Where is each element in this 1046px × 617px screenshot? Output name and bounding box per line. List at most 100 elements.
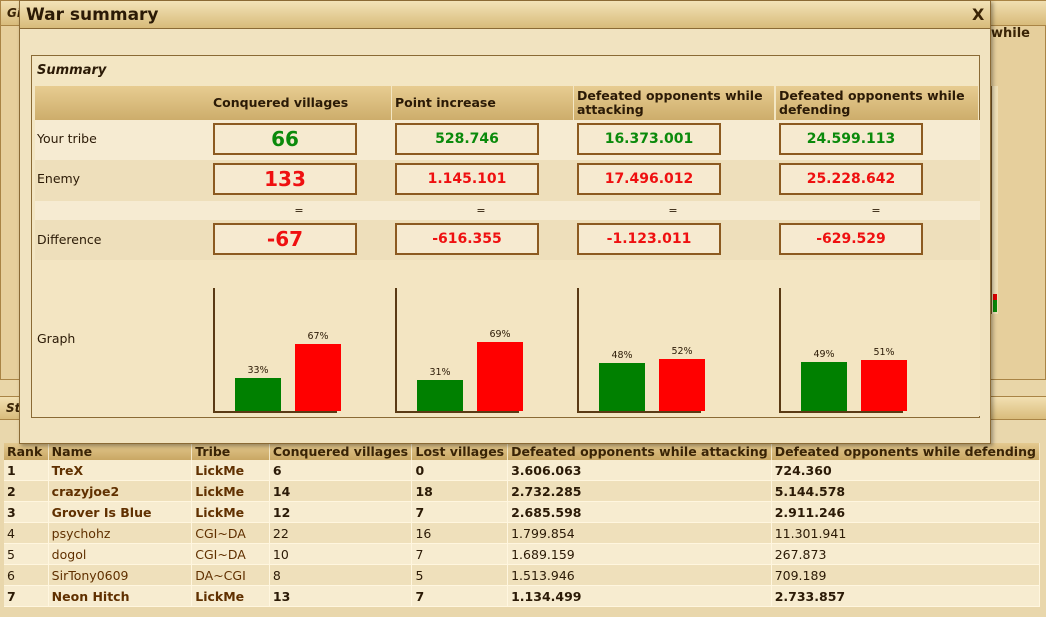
table-row: 3 Grover Is Blue LickMe 12 7 2.685.598 2.911.2… bbox=[4, 502, 1040, 523]
table-cell-rank: 5 bbox=[4, 544, 49, 565]
row-label-difference: Difference bbox=[37, 232, 102, 247]
table-cell-name[interactable]: crazyjoe2 bbox=[48, 481, 193, 502]
table-cell-attacking: 1.689.159 bbox=[508, 544, 772, 565]
player-stats-table: Rank Name Tribe Conquered villages Lost vill… bbox=[4, 443, 1040, 607]
header-point-increase: Point increase bbox=[392, 86, 573, 120]
table-cell-attacking: 1.134.499 bbox=[508, 586, 772, 607]
table-cell-tribe[interactable]: LickMe bbox=[192, 460, 270, 481]
table-row: 6 SirTony0609 DA~CGI 8 5 1.513.946 709.189 bbox=[4, 565, 1040, 586]
equals-sign-attacking: = bbox=[668, 204, 678, 217]
table-cell-attacking: 1.513.946 bbox=[508, 565, 772, 586]
graph-x-axis bbox=[779, 411, 903, 413]
equals-sign-conquered: = bbox=[294, 204, 304, 217]
header-defeated-defending: Defeated opponents while defending bbox=[776, 86, 978, 120]
enemy-points-value: 1.145.101 bbox=[395, 163, 539, 195]
table-cell-tribe[interactable]: LickMe bbox=[192, 481, 270, 502]
table-body: 1 TreX LickMe 6 0 3.606.063 724.360 2 crazyjoe2 L… bbox=[4, 460, 1040, 607]
table-cell-rank: 6 bbox=[4, 565, 49, 586]
graph-x-axis bbox=[213, 411, 337, 413]
table-cell-conquered: 14 bbox=[269, 481, 413, 502]
difference-conquered-value: -67 bbox=[213, 223, 357, 255]
graph-bar-your-tribe bbox=[599, 363, 645, 411]
column-header[interactable]: Name bbox=[48, 443, 193, 460]
table-cell-tribe[interactable]: DA~CGI bbox=[192, 565, 270, 586]
table-cell-defending: 11.301.941 bbox=[771, 523, 1040, 544]
row-label-your-tribe: Your tribe bbox=[37, 131, 97, 146]
table-row: 4 psychohz CGI~DA 22 16 1.799.854 11.301.941 bbox=[4, 523, 1040, 544]
summary-label: Summary bbox=[37, 63, 107, 78]
your-tribe-points-value: 528.746 bbox=[395, 123, 539, 155]
column-header[interactable]: Defeated opponents while attacking bbox=[508, 443, 772, 460]
close-button[interactable]: X bbox=[972, 5, 984, 24]
table-cell-defending: 724.360 bbox=[771, 460, 1040, 481]
row-label-enemy: Enemy bbox=[37, 171, 81, 186]
dialog-title: War summary bbox=[26, 5, 159, 25]
table-cell-defending: 5.144.578 bbox=[771, 481, 1040, 502]
graph-x-axis bbox=[577, 411, 701, 413]
table-cell-rank: 7 bbox=[4, 586, 49, 607]
your-tribe-attacking-value: 16.373.001 bbox=[577, 123, 721, 155]
table-cell-name[interactable]: dogol bbox=[48, 544, 193, 565]
table-cell-tribe[interactable]: LickMe bbox=[192, 586, 270, 607]
dialog-titlebar[interactable]: War summary X bbox=[20, 1, 990, 29]
graph-bar-enemy bbox=[659, 359, 705, 411]
table-cell-attacking: 1.799.854 bbox=[508, 523, 772, 544]
graph-y-axis bbox=[779, 288, 781, 411]
table-cell-tribe[interactable]: CGI~DA bbox=[192, 544, 270, 565]
difference-points-value: -616.355 bbox=[395, 223, 539, 255]
table-cell-lost: 16 bbox=[412, 523, 509, 544]
background-red-bar bbox=[993, 294, 997, 300]
summary-box: Summary Conquered villages Point increas… bbox=[31, 55, 980, 418]
column-header[interactable]: Tribe bbox=[192, 443, 270, 460]
graph-bar-label: 48% bbox=[611, 350, 633, 361]
table-cell-tribe[interactable]: LickMe bbox=[192, 502, 270, 523]
graph-bar-label: 49% bbox=[813, 349, 835, 360]
table-cell-defending: 267.873 bbox=[771, 544, 1040, 565]
table-cell-lost: 5 bbox=[412, 565, 509, 586]
graph-bar-label: 33% bbox=[247, 365, 269, 376]
table-cell-attacking: 2.732.285 bbox=[508, 481, 772, 502]
background-graph-fragment bbox=[991, 86, 998, 314]
row-label-graph: Graph bbox=[37, 331, 76, 346]
graph-y-axis bbox=[395, 288, 397, 411]
table-cell-conquered: 12 bbox=[269, 502, 413, 523]
graph-bar-your-tribe bbox=[801, 362, 847, 411]
table-cell-name[interactable]: psychohz bbox=[48, 523, 193, 544]
difference-defending-value: -629.529 bbox=[779, 223, 923, 255]
column-header[interactable]: Conquered villages bbox=[269, 443, 413, 460]
table-row: 2 crazyjoe2 LickMe 14 18 2.732.285 5.144.578 bbox=[4, 481, 1040, 502]
table-cell-conquered: 10 bbox=[269, 544, 413, 565]
header-blank-cell bbox=[35, 86, 210, 120]
enemy-defending-value: 25.228.642 bbox=[779, 163, 923, 195]
table-cell-defending: 2.911.246 bbox=[771, 502, 1040, 523]
graph-bar-your-tribe bbox=[417, 380, 463, 411]
table-header-row: Rank Name Tribe Conquered villages Lost vill… bbox=[4, 443, 1040, 460]
header-defeated-attacking: Defeated opponents while attacking bbox=[574, 86, 774, 120]
enemy-conquered-value: 133 bbox=[213, 163, 357, 195]
equals-sign-defending: = bbox=[871, 204, 881, 217]
table-cell-conquered: 6 bbox=[269, 460, 413, 481]
table-cell-lost: 7 bbox=[412, 586, 509, 607]
table-cell-name[interactable]: SirTony0609 bbox=[48, 565, 193, 586]
graph-bar-enemy bbox=[295, 344, 341, 411]
table-cell-name[interactable]: Grover Is Blue bbox=[48, 502, 193, 523]
column-header[interactable]: Lost villages bbox=[412, 443, 509, 460]
column-header[interactable]: Rank bbox=[4, 443, 49, 460]
your-tribe-defending-value: 24.599.113 bbox=[779, 123, 923, 155]
graph-y-axis bbox=[577, 288, 579, 411]
graph-x-axis bbox=[395, 411, 519, 413]
war-summary-dialog: War summary X Summary Conquered villages… bbox=[19, 0, 991, 444]
table-cell-conquered: 13 bbox=[269, 586, 413, 607]
table-cell-tribe[interactable]: CGI~DA bbox=[192, 523, 270, 544]
table-cell-name[interactable]: TreX bbox=[48, 460, 193, 481]
row-equals bbox=[35, 201, 980, 220]
table-cell-lost: 7 bbox=[412, 544, 509, 565]
table-row: 1 TreX LickMe 6 0 3.606.063 724.360 bbox=[4, 460, 1040, 481]
table-cell-lost: 7 bbox=[412, 502, 509, 523]
enemy-attacking-value: 17.496.012 bbox=[577, 163, 721, 195]
table-cell-conquered: 22 bbox=[269, 523, 413, 544]
graph-bar-your-tribe bbox=[235, 378, 281, 411]
column-header[interactable]: Defeated opponents while defending bbox=[771, 443, 1040, 460]
graph-bar-label: 67% bbox=[307, 331, 329, 342]
table-cell-name[interactable]: Neon Hitch bbox=[48, 586, 193, 607]
